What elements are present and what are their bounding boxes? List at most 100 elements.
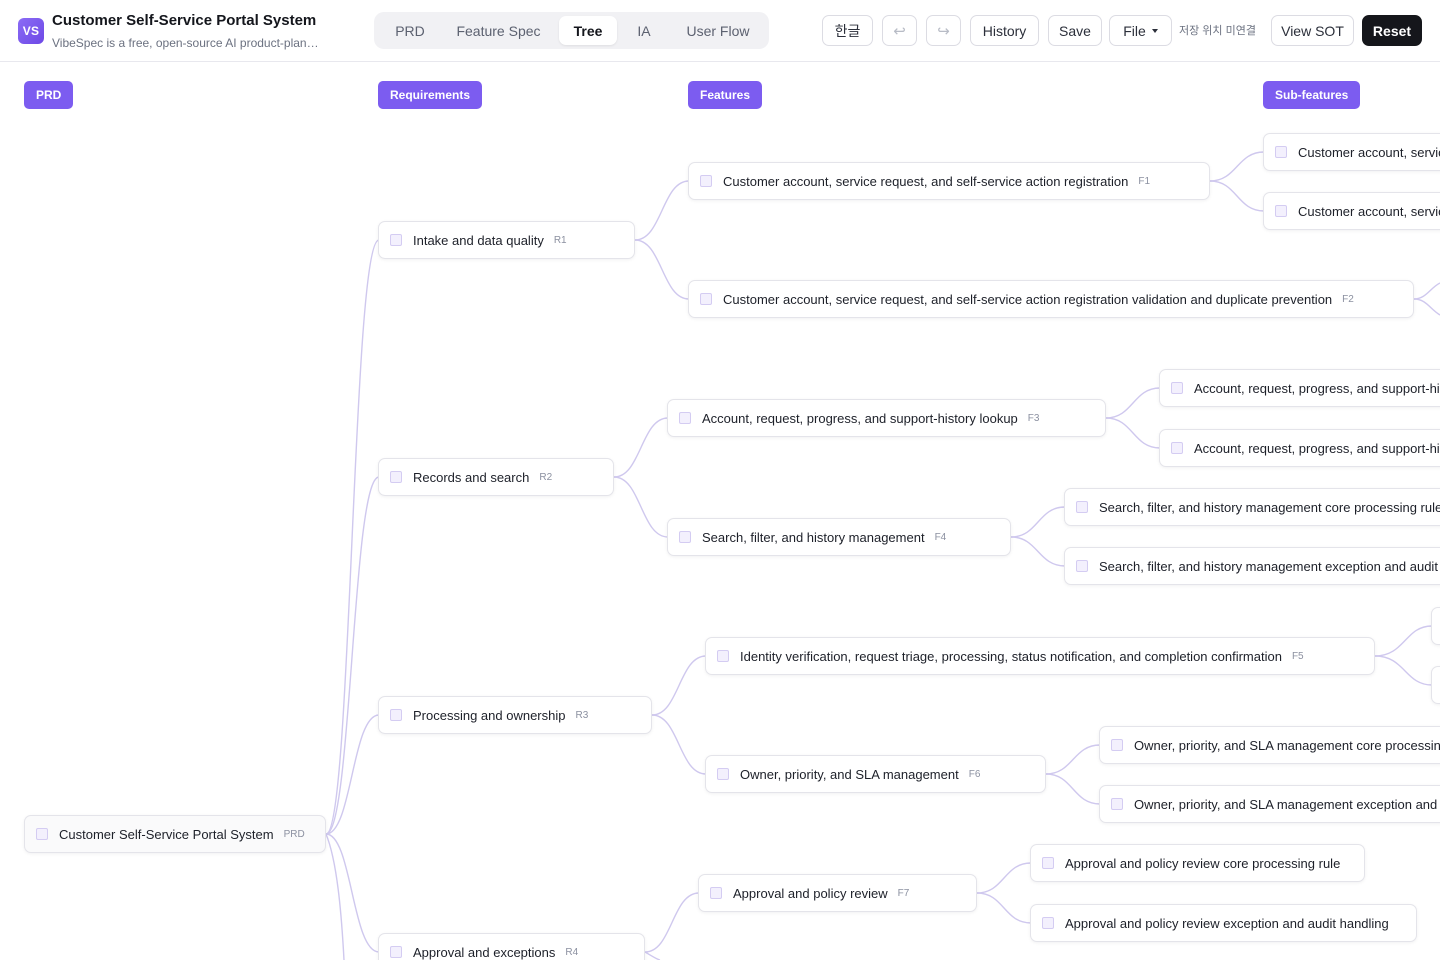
node-label: Approval and policy review (733, 885, 888, 901)
node-checkbox[interactable] (1076, 501, 1088, 513)
node-label: Search, filter, and history management c… (1099, 499, 1440, 515)
node-checkbox[interactable] (1042, 857, 1054, 869)
tree-node-subfeature[interactable]: Search, filter, and history management c… (1064, 488, 1440, 526)
node-checkbox[interactable] (36, 828, 48, 840)
tree-node-r2[interactable]: Records and search R2 (378, 458, 614, 496)
node-code: R1 (553, 234, 567, 246)
node-checkbox[interactable] (1171, 382, 1183, 394)
language-toggle-button[interactable]: 한글 (822, 15, 873, 46)
tab-prd[interactable]: PRD (378, 16, 442, 45)
node-checkbox[interactable] (1275, 146, 1287, 158)
node-label: Processing and ownership (413, 707, 566, 723)
chevron-down-icon (1151, 28, 1158, 33)
tree-node-f3[interactable]: Account, request, progress, and support-… (667, 399, 1106, 437)
view-sot-button[interactable]: View SOT (1271, 15, 1354, 46)
column-header-prd: PRD (24, 81, 74, 109)
tree-node-f7[interactable]: Approval and policy review F7 (698, 874, 977, 912)
tree-node-subfeature-clipped[interactable] (1431, 607, 1440, 645)
tab-ia[interactable]: IA (624, 16, 664, 45)
column-header-features: Features (688, 81, 763, 109)
node-label: Approval and exceptions (413, 944, 556, 960)
tree-node-subfeature[interactable]: Approval and policy review exception and… (1030, 904, 1417, 942)
node-code: PRD (283, 828, 305, 840)
redo-icon: ↪ (937, 22, 950, 40)
node-checkbox[interactable] (679, 412, 691, 424)
tree-canvas[interactable]: PRD Requirements Features Sub-features C… (0, 63, 1440, 960)
redo-button[interactable]: ↪ (926, 15, 961, 46)
node-code: F7 (897, 887, 910, 899)
tab-tree[interactable]: Tree (559, 16, 617, 45)
save-button[interactable]: Save (1048, 15, 1102, 46)
node-checkbox[interactable] (390, 709, 402, 721)
tree-node-subfeature[interactable]: Customer account, service request, and s… (1263, 192, 1440, 230)
node-label: Customer account, service request, and s… (723, 291, 1333, 307)
tree-node-r4[interactable]: Approval and exceptions R4 (378, 933, 645, 960)
tree-node-subfeature[interactable]: Owner, priority, and SLA management exce… (1099, 785, 1440, 823)
node-checkbox[interactable] (1275, 205, 1287, 217)
node-code: F3 (1027, 412, 1040, 424)
tree-node-subfeature[interactable]: Customer account, service request, and s… (1263, 133, 1440, 171)
tree-node-subfeature[interactable]: Owner, priority, and SLA management core… (1099, 726, 1440, 764)
node-label: Owner, priority, and SLA management (740, 766, 959, 782)
node-checkbox[interactable] (679, 531, 691, 543)
node-label: Approval and policy review core processi… (1065, 855, 1341, 871)
file-menu-button[interactable]: File (1109, 15, 1172, 46)
app-logo: VS (18, 18, 44, 44)
tree-node-subfeature[interactable]: Search, filter, and history management e… (1064, 547, 1440, 585)
tree-node-subfeature[interactable]: Account, request, progress, and support-… (1159, 369, 1440, 407)
tree-node-f4[interactable]: Search, filter, and history management F… (667, 518, 1011, 556)
node-label: Search, filter, and history management (702, 529, 925, 545)
tree-node-r1[interactable]: Intake and data quality R1 (378, 221, 635, 259)
node-label: Search, filter, and history management e… (1099, 558, 1440, 574)
tree-node-subfeature[interactable]: Approval and policy review core processi… (1030, 844, 1365, 882)
node-code: R2 (539, 471, 553, 483)
node-code: R3 (575, 709, 589, 721)
history-button[interactable]: History (970, 15, 1039, 46)
node-label: Customer Self-Service Portal System (59, 826, 274, 842)
node-checkbox[interactable] (1171, 442, 1183, 454)
undo-button[interactable]: ↩ (882, 15, 917, 46)
tree-node-subfeature[interactable]: Account, request, progress, and support-… (1159, 429, 1440, 467)
reset-button[interactable]: Reset (1362, 15, 1422, 46)
tab-feature-spec[interactable]: Feature Spec (446, 16, 551, 45)
tree-node-f2[interactable]: Customer account, service request, and s… (688, 280, 1414, 318)
node-checkbox[interactable] (1076, 560, 1088, 572)
node-label: Account, request, progress, and support-… (1194, 440, 1440, 456)
node-code: F5 (1291, 650, 1304, 662)
node-checkbox[interactable] (390, 471, 402, 483)
node-checkbox[interactable] (700, 293, 712, 305)
app-subtitle: VibeSpec is a free, open-source AI produ… (52, 36, 324, 50)
tree-node-r3[interactable]: Processing and ownership R3 (378, 696, 652, 734)
node-code: F1 (1138, 175, 1151, 187)
tree-node-f6[interactable]: Owner, priority, and SLA management F6 (705, 755, 1046, 793)
node-code: F6 (968, 768, 981, 780)
node-label: Customer account, service request, and s… (1298, 203, 1440, 219)
top-bar: VS Customer Self-Service Portal System V… (0, 0, 1440, 62)
tree-node-subfeature-clipped[interactable] (1431, 666, 1440, 704)
undo-icon: ↩ (893, 22, 906, 40)
node-checkbox[interactable] (717, 650, 729, 662)
node-label: Customer account, service request, and s… (723, 173, 1129, 189)
node-code: R4 (565, 946, 579, 958)
tree-node-f1[interactable]: Customer account, service request, and s… (688, 162, 1210, 200)
view-tabs: PRD Feature Spec Tree IA User Flow (374, 12, 769, 49)
node-checkbox[interactable] (1042, 917, 1054, 929)
tab-user-flow[interactable]: User Flow (672, 16, 764, 45)
node-label: Intake and data quality (413, 232, 544, 248)
node-checkbox[interactable] (710, 887, 722, 899)
column-header-requirements: Requirements (378, 81, 483, 109)
tree-node-f5[interactable]: Identity verification, request triage, p… (705, 637, 1375, 675)
node-label: Account, request, progress, and support-… (702, 410, 1018, 426)
node-checkbox[interactable] (390, 946, 402, 958)
node-label: Approval and policy review exception and… (1065, 915, 1389, 931)
node-checkbox[interactable] (717, 768, 729, 780)
node-checkbox[interactable] (1111, 798, 1123, 810)
save-location-status: 저장 위치 미연결 (1179, 25, 1256, 37)
node-label: Customer account, service request, and s… (1298, 144, 1440, 160)
node-checkbox[interactable] (1111, 739, 1123, 751)
node-checkbox[interactable] (700, 175, 712, 187)
tree-node-prd[interactable]: Customer Self-Service Portal System PRD (24, 815, 326, 853)
node-checkbox[interactable] (390, 234, 402, 246)
node-code: F2 (1342, 293, 1354, 305)
node-label: Records and search (413, 469, 530, 485)
